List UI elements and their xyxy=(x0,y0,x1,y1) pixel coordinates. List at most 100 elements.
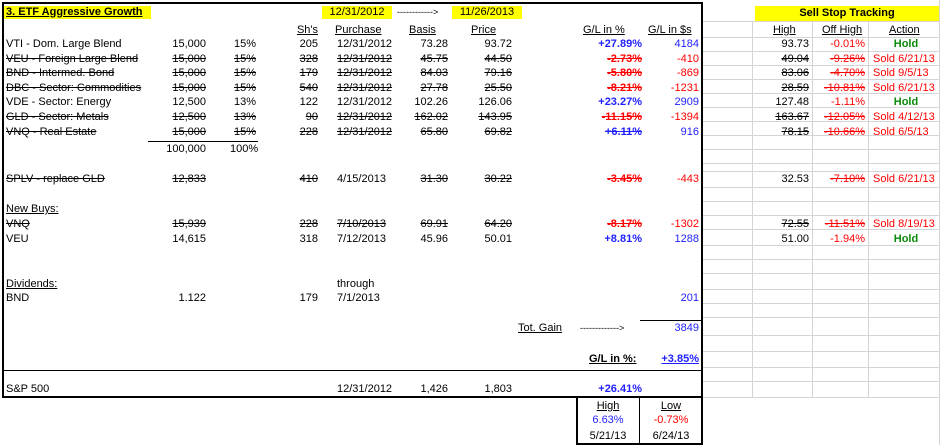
holdings-gl-pct: +23.27% xyxy=(598,96,642,109)
holdings-action: Sold 6/21/13 xyxy=(873,81,935,94)
holdings-name: GLD - Sector: Metals xyxy=(6,111,109,123)
dividends-date: 7/1/2013 xyxy=(337,292,380,304)
holdings-high: 127.48 xyxy=(775,96,809,109)
new-buys-purchase: 7/10/2013 xyxy=(337,218,386,230)
holdings-gl-usd: 4184 xyxy=(674,38,699,50)
header-purchase: Purchase xyxy=(335,24,382,36)
holdings-gl-usd: 916 xyxy=(680,125,699,138)
holdings-basis: 73.28 xyxy=(420,38,448,50)
holdings-action: Sold 4/12/13 xyxy=(873,111,935,123)
new-buys-name: VNQ xyxy=(6,218,30,230)
holdings-basis: 45.75 xyxy=(420,52,448,65)
hilo-low-label: Low xyxy=(660,400,682,412)
grid-line xyxy=(703,215,940,216)
grid-line xyxy=(703,21,940,22)
grid-line xyxy=(703,367,940,368)
totals-pct: 100% xyxy=(230,143,259,155)
dividends-shares: 179 xyxy=(299,292,318,304)
sst-header-off-high: Off High xyxy=(822,24,863,36)
holdings-high: 78.15 xyxy=(781,125,809,138)
new-buys-off-high: -11.51% xyxy=(824,218,865,230)
holdings-gl-usd: -1231 xyxy=(670,81,699,94)
grid-line xyxy=(703,273,940,274)
holdings-shares: 205 xyxy=(299,38,318,50)
dividends-through-label: through xyxy=(337,278,375,290)
holdings-amount: 12,500 xyxy=(172,96,206,109)
holdings-gl-pct: -8.21% xyxy=(607,81,642,94)
sell-stop-title: Sell Stop Tracking xyxy=(755,6,939,21)
holdings-amount: 15,000 xyxy=(172,81,206,94)
new-buys-action: Sold 8/19/13 xyxy=(873,218,935,230)
holdings-pct: 15% xyxy=(233,67,256,80)
holdings-price: 69.82 xyxy=(484,125,512,138)
holdings-amount: 15,000 xyxy=(172,38,206,50)
holdings-shares: 540 xyxy=(299,81,318,94)
new-buys-basis: 69.91 xyxy=(420,218,448,230)
holdings-basis: 102.26 xyxy=(414,96,448,109)
gl-pct-summary-value: +3.85% xyxy=(661,353,699,365)
new-buys-action: Hold xyxy=(893,232,919,245)
hilo-low-date: 6/24/13 xyxy=(652,430,690,442)
sheet-title: 3. ETF Aggressive Growth xyxy=(4,6,151,19)
new-buys-label: New Buys: xyxy=(6,203,59,215)
new-buys-basis: 45.96 xyxy=(420,232,448,245)
holdings-name: VDE - Sector: Energy xyxy=(6,96,112,109)
holdings-gl-usd: -1394 xyxy=(670,111,699,123)
holdings-shares: 179 xyxy=(299,67,318,80)
header-date-start: 12/31/2012 xyxy=(322,6,392,19)
holdings-purchase: 12/31/2012 xyxy=(337,38,393,50)
holdings-gl-pct: -5.80% xyxy=(607,67,642,80)
new-buys-off-high: -1.94% xyxy=(830,232,865,245)
grid-line xyxy=(703,351,940,352)
holdings-basis: 65.80 xyxy=(420,125,448,138)
grid-line xyxy=(703,259,940,260)
grid-line xyxy=(703,335,940,336)
holdings-action: Hold xyxy=(893,96,919,109)
holdings-gl-usd: -869 xyxy=(676,67,699,80)
new-buys-price: 64.20 xyxy=(484,218,512,230)
new-buys-gl-usd: -1302 xyxy=(670,218,699,230)
splv-shares: 410 xyxy=(299,173,318,185)
tot-gain-value: 3849 xyxy=(674,322,699,334)
hilo-high-value: 6.63% xyxy=(592,414,624,426)
grid-line xyxy=(703,303,940,304)
dividends-label: Dividends: xyxy=(6,278,58,290)
holdings-amount: 12,500 xyxy=(172,111,206,123)
header-price: Price xyxy=(471,24,497,36)
holdings-high: 83.06 xyxy=(781,67,809,80)
totals-top-border xyxy=(148,141,258,142)
new-buys-amount: 15,939 xyxy=(172,218,206,230)
holdings-purchase: 12/31/2012 xyxy=(337,96,393,109)
header-basis: Basis xyxy=(409,24,436,36)
holdings-gl-pct: -11.15% xyxy=(601,111,642,123)
tot-gain-label: Tot. Gain xyxy=(518,322,563,334)
holdings-pct: 15% xyxy=(233,81,256,94)
grid-line xyxy=(703,149,940,150)
new-buys-gl-pct: +8.81% xyxy=(604,232,642,245)
dividends-amount: 1.122 xyxy=(178,292,206,304)
holdings-basis: 84.03 xyxy=(420,67,448,80)
dividends-gl-usd: 201 xyxy=(680,292,699,304)
sst-header-action: Action xyxy=(889,24,920,36)
holdings-name: VTI - Dom. Large Blend xyxy=(6,38,122,50)
holdings-name: VEU - Foreign Large Blend xyxy=(6,52,139,65)
new-buys-high: 51.00 xyxy=(781,232,809,245)
holdings-action: Sold 6/5/13 xyxy=(873,125,929,138)
sp500-date: 12/31/2012 xyxy=(337,383,393,395)
holdings-purchase: 12/31/2012 xyxy=(337,125,393,138)
holdings-off-high: -10.66% xyxy=(824,125,865,138)
holdings-gl-usd: -410 xyxy=(676,52,699,65)
hilo-low-value: -0.73% xyxy=(653,414,689,426)
grid-line xyxy=(703,171,940,172)
sp500-basis: 1,426 xyxy=(420,383,448,395)
holdings-basis: 162.02 xyxy=(414,111,448,123)
grid-line xyxy=(703,289,940,290)
holdings-name: BND - Intermed. Bond xyxy=(6,67,115,80)
header-gl-usd: G/L in $s xyxy=(648,24,692,36)
splv-price: 30.22 xyxy=(484,173,512,185)
splv-action: Sold 6/21/13 xyxy=(873,173,935,185)
header-arrow: ------------> xyxy=(397,7,439,17)
sp500-gl-pct: +26.41% xyxy=(598,383,642,395)
header-date-end: 11/26/2013 xyxy=(452,6,522,19)
holdings-action: Sold 9/5/13 xyxy=(873,67,929,80)
